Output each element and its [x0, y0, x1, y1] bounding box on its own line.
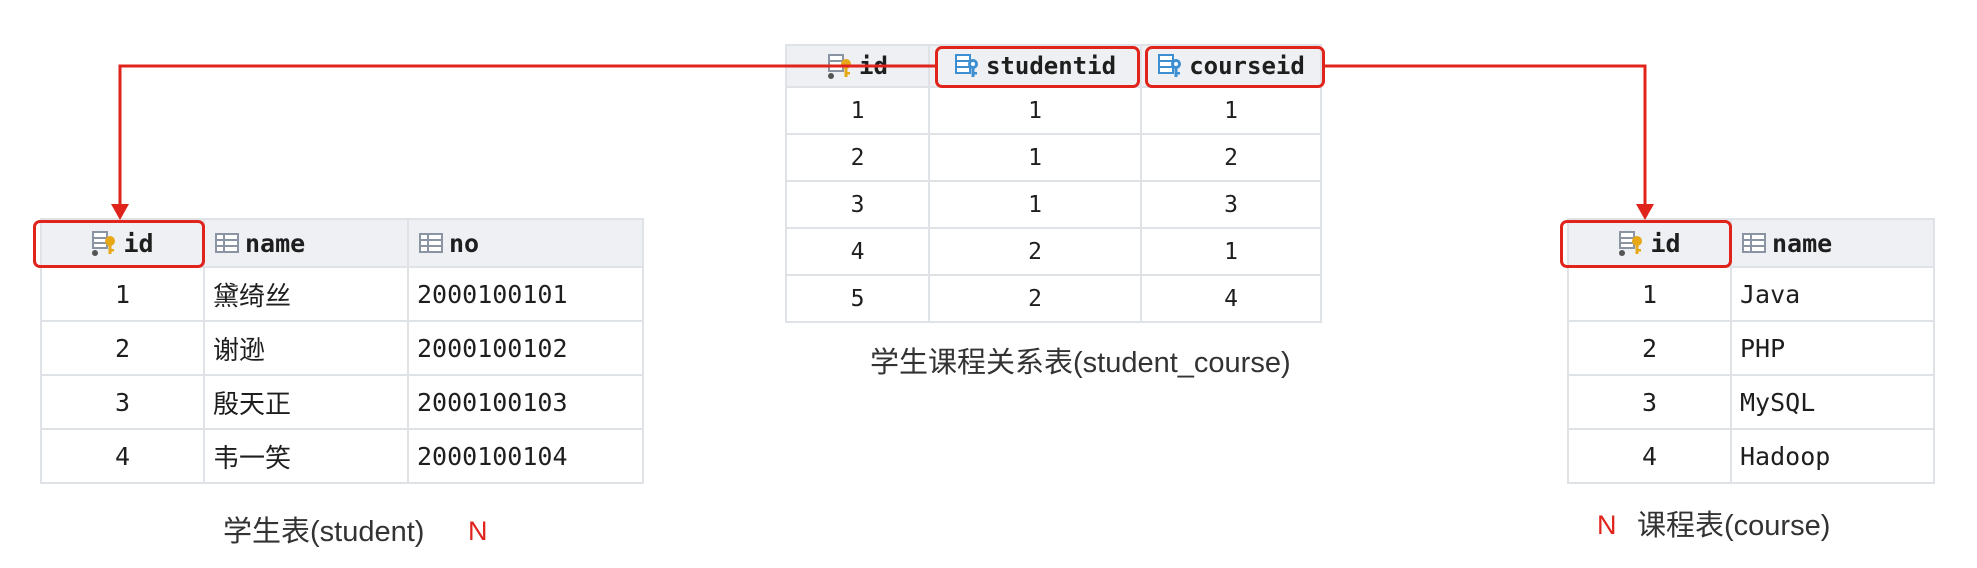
student-arrowhead-icon	[111, 204, 129, 220]
student-relation-line	[118, 64, 935, 206]
relationship-connectors	[111, 64, 1654, 220]
course-relation-line	[1325, 64, 1647, 206]
course-arrowhead-icon	[1636, 204, 1654, 220]
